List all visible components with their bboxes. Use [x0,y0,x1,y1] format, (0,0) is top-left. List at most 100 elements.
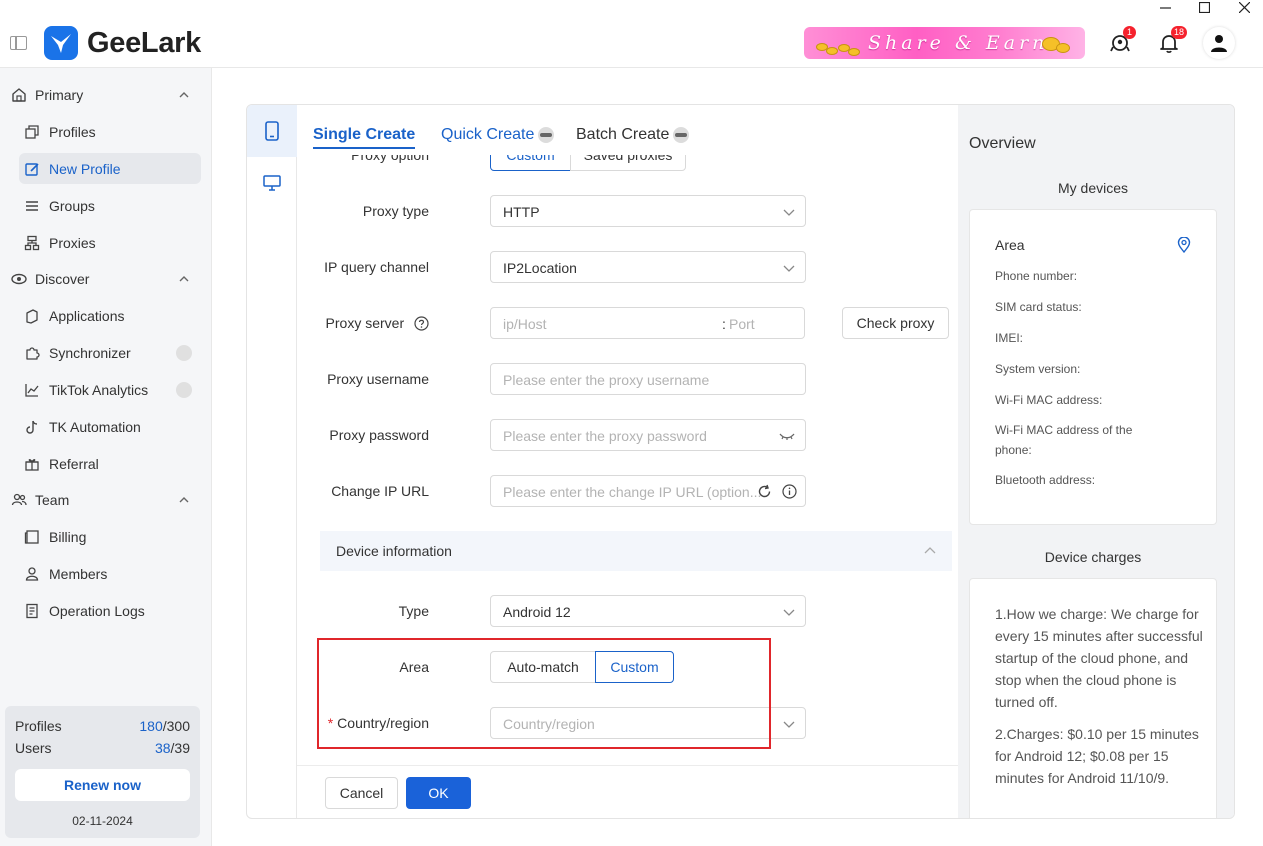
tab-label: Single Create [313,126,416,143]
chevron-up-icon [179,496,189,502]
charge-rule-2: 2.Charges: $0.10 per 15 minutes for Andr… [995,726,1199,786]
nav-group-discover[interactable]: Discover [0,260,212,297]
sidebar-item-tk-automation[interactable]: TK Automation [19,411,201,442]
proxy-port-placeholder: Port [729,316,755,332]
bell-icon[interactable]: 18 [1155,26,1188,57]
proxy-server-label: Proxy server [326,315,429,331]
chevron-up-icon [179,91,189,97]
sidebar-item-profiles[interactable]: Profiles [19,116,201,147]
document-icon [26,603,38,618]
maximize-icon[interactable] [1184,0,1224,14]
desktop-icon [263,175,281,191]
nav-group-primary[interactable]: Primary [0,76,212,113]
share-earn-banner[interactable]: Share & Earn [804,27,1085,59]
glasses-icon [176,345,192,361]
sidebar-item-label: Groups [49,197,95,214]
sidebar-item-members[interactable]: Members [19,558,201,589]
android-type-select[interactable]: Android 12 [490,595,806,627]
system-version-field: System version: [995,362,1081,376]
proxy-type-select[interactable]: HTTP [490,195,806,227]
check-proxy-button[interactable]: Check proxy [842,307,949,339]
close-icon[interactable] [1224,0,1263,14]
form-area: Proxy option Custom Saved proxies Single… [297,105,958,818]
overview-title: Overview [969,135,1036,152]
info-icon[interactable] [782,484,797,499]
proxies-icon [24,235,40,250]
tab-phone[interactable] [247,105,297,157]
sidebar-toggle-icon[interactable] [10,36,27,50]
cancel-button[interactable]: Cancel [325,777,398,809]
minimize-icon[interactable] [1145,0,1185,14]
app-name: GeeLark [87,26,201,59]
proxy-type-label: Proxy type [362,203,429,219]
sidebar-item-label: Billing [49,528,87,545]
change-ip-url-input[interactable]: Please enter the change IP URL (option..… [490,475,806,507]
android-type-value: Android 12 [503,604,571,620]
glasses-icon [673,127,690,143]
proxy-password-input[interactable]: Please enter the proxy password [490,419,806,451]
member-icon [25,566,39,581]
sidebar-item-tiktok-analytics[interactable]: TikTok Analytics [19,374,201,405]
charge-rule-1: 1.How we charge: We charge for every 15 … [995,606,1203,710]
user-avatar-icon[interactable] [1203,27,1235,59]
sidebar-item-label: Proxies [49,234,96,251]
profiles-quota: Profiles 180/300 [15,718,190,734]
edit-icon [25,162,39,176]
sidebar-item-label: New Profile [49,160,121,177]
device-type-tabs [247,105,297,818]
phone-icon [265,121,279,141]
sidebar-item-billing[interactable]: Billing [19,521,201,552]
tab-label: Batch Create [576,126,670,143]
sidebar-item-operation-logs[interactable]: Operation Logs [19,595,201,626]
gift-icon [25,458,39,471]
rocket-icon[interactable]: 1 [1106,26,1136,57]
tab-quick-create[interactable]: Quick Create [441,126,555,144]
sidebar-item-new-profile[interactable]: New Profile [19,153,201,184]
imei-field: IMEI: [995,331,1024,345]
device-information-section[interactable]: Device information [320,531,952,571]
eye-closed-icon[interactable] [779,431,795,441]
rocket-badge: 1 [1123,26,1136,39]
sidebar-item-label: Synchronizer [49,344,131,361]
proxy-username-input[interactable]: Please enter the proxy username [490,363,806,395]
area-field: Area [995,237,1025,253]
sidebar-item-applications[interactable]: Applications [19,300,201,331]
change-ip-url-placeholder: Please enter the change IP URL (option..… [503,484,762,500]
nav-group-team[interactable]: Team [0,481,212,518]
users-quota-label: Users [15,740,52,756]
sidebar-item-label: Referral [49,455,99,472]
wifi-mac-field: Wi-Fi MAC address: [995,393,1103,407]
proxy-type-value: HTTP [503,204,540,220]
sidebar-item-proxies[interactable]: Proxies [19,227,201,258]
billing-icon [24,529,39,544]
proxy-host-placeholder: ip/Host [503,316,547,332]
device-charges-heading: Device charges [1044,549,1142,565]
tab-batch-create[interactable]: Batch Create [576,126,690,144]
refresh-icon[interactable] [757,484,772,499]
proxy-password-label: Proxy password [329,427,429,443]
chart-line-icon [25,383,39,397]
proxy-password-placeholder: Please enter the proxy password [503,428,707,444]
overview-panel: Overview My devices Area Phone number: S… [958,105,1234,818]
glasses-icon [538,127,555,143]
expiry-date: 02-11-2024 [72,814,133,828]
help-icon[interactable] [414,316,429,331]
tab-desktop[interactable] [247,157,297,209]
sidebar-item-referral[interactable]: Referral [19,448,201,479]
proxy-username-label: Proxy username [327,371,429,387]
section-title: Device information [336,543,452,559]
location-pin-icon[interactable] [1177,237,1191,253]
app-logo: GeeLark [44,26,201,60]
sidebar-item-synchronizer[interactable]: Synchronizer [19,337,201,368]
list-icon [26,200,38,211]
renew-now-button[interactable]: Renew now [15,769,190,801]
ip-query-channel-select[interactable]: IP2Location [490,251,806,283]
sidebar-item-label: Operation Logs [49,602,145,619]
ok-button[interactable]: OK [406,777,471,809]
proxy-server-input[interactable]: ip/Host : Port [490,307,805,339]
change-ip-url-label: Change IP URL [331,483,429,499]
sidebar-item-label: Members [49,565,108,582]
title-bar: GeeLark Share & Earn 1 18 [0,0,1263,68]
sidebar-item-groups[interactable]: Groups [19,190,201,221]
tab-single-create[interactable]: Single Create [313,126,416,149]
